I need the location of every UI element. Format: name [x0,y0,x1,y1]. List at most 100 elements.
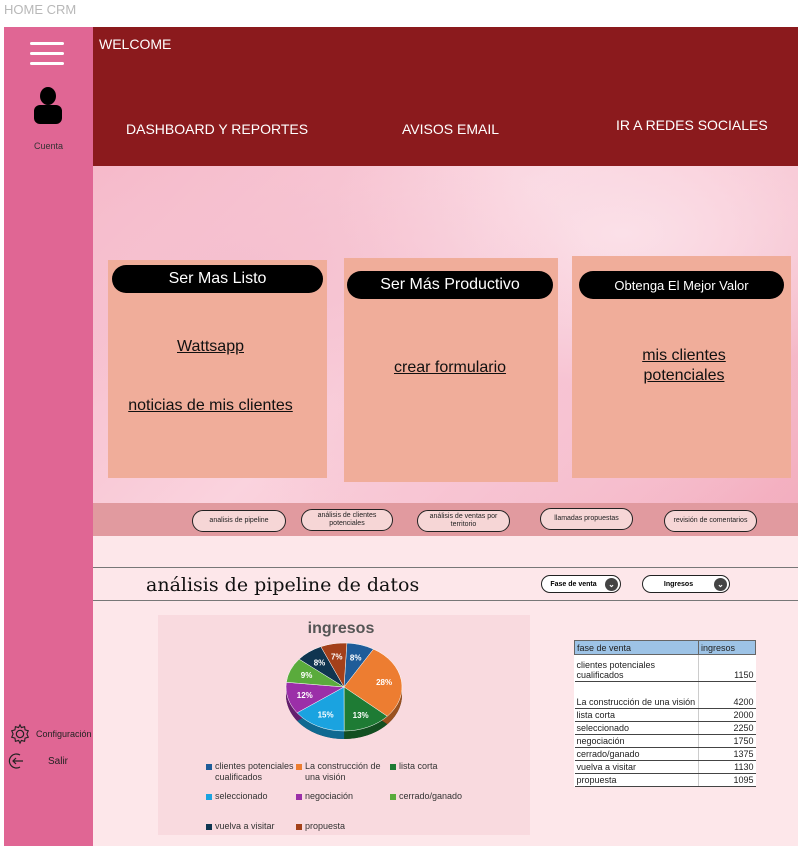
legend-item: cerrado/ganado [390,791,480,802]
legend-swatch [206,794,212,800]
legend-label: propuesta [305,821,346,831]
fase-cell: cerrado/ganado [574,747,699,761]
legend-label: negociación [305,791,354,801]
sidebar-item-label: Salir [48,755,69,767]
ingresos-cell: 1375 [698,747,756,761]
table-row: vuelva a visitar 1130 [574,760,756,774]
pie-data-label: 8% [350,654,362,663]
legend-label: clientes potenciales cualificados [215,761,294,782]
legend-item: seleccionado [206,791,296,802]
legend-label: vuelva a visitar [215,821,275,831]
ingresos-cell: 2250 [698,721,756,735]
table-row: cerrado/ganado 1375 [574,747,756,761]
fase-cell: propuesta [574,773,699,787]
logout-icon [8,753,23,769]
ingresos-cell: 1150 [698,654,756,682]
wattsapp-link[interactable]: Wattsapp [108,338,313,356]
table-row: negociación 1750 [574,734,756,748]
card-ser-mas-productivo: Ser Más Productivo crear formulario [344,258,558,482]
table-header-row: fase de venta ingresos [574,640,756,655]
pie-data-label: 9% [301,671,313,680]
pie-chart: 8%28%13%15%12%9%8%7% [285,642,403,739]
sidebar-item-configuracion[interactable]: Configuración [8,723,92,745]
chart-title: ingresos [307,620,375,637]
legend-label: cerrado/ganado [399,791,463,801]
legend-item: negociación [296,791,386,802]
fase-cell: La construcción de una visión [574,681,699,709]
pie-data-label: 15% [318,710,334,719]
card-title: Obtenga El Mejor Valor [579,271,784,299]
pie-data-label: 28% [376,678,392,687]
hero-section: Ser Mas Listo Wattsapp noticias de mis c… [93,166,798,503]
divider [93,567,798,568]
fase-cell: lista corta [574,708,699,722]
column-header: ingresos [698,640,756,655]
dropdown-label: Ingresos [663,580,694,588]
tab-analisis-ventas-territorio[interactable]: análisis de ventas por territorio [417,510,510,532]
tab-analisis-pipeline[interactable]: analisis de pipeline [192,510,286,532]
section-title: análisis de pipeline de datos [146,574,420,596]
nav-avisos-email[interactable]: AVISOS EMAIL [402,121,499,137]
legend-label: lista corta [399,761,438,771]
table-row: seleccionado 2250 [574,721,756,735]
fase-cell: negociación [574,734,699,748]
card-title: Ser Mas Listo [112,265,323,293]
noticias-clientes-link[interactable]: noticias de mis clientes [108,397,313,415]
table-row: clientes potenciales cualificados 1150 [574,654,756,682]
legend-item: lista corta [390,761,480,772]
legend-item: vuelva a visitar [206,821,296,832]
tab-revision-comentarios[interactable]: revisión de comentarios [664,510,757,532]
ingresos-cell: 1750 [698,734,756,748]
legend-swatch [390,764,396,770]
legend-swatch [296,824,302,830]
legend-item: propuesta [296,821,386,832]
pie-data-label: 12% [297,691,313,700]
table-row: propuesta 1095 [574,773,756,787]
tab-llamadas-propuestas[interactable]: llamadas propuestas [540,508,633,530]
analysis-tabs: analisis de pipeline análisis de cliente… [93,503,798,536]
sidebar: Cuenta Configuración Salir [4,27,93,846]
dropdown-label: Fase de venta [550,580,597,588]
pipeline-section: análisis de pipeline de datos Fase de ve… [93,536,798,846]
ingresos-dropdown[interactable]: Ingresos ⌄ [642,575,730,593]
fase-venta-dropdown[interactable]: Fase de venta ⌄ [541,575,621,593]
legend-swatch [206,764,212,770]
gear-icon [10,723,30,745]
nav-redes-sociales[interactable]: IR A REDES SOCIALES [616,117,768,133]
legend-swatch [296,794,302,800]
chart-container: ingresos 8% 28% 13% 15% 12% 9% 8% 7% clientes p… [158,615,530,835]
hamburger-menu-icon[interactable] [30,42,64,68]
header: WELCOME DASHBOARD Y REPORTES AVISOS EMAI… [93,27,798,166]
user-icon[interactable] [32,87,64,125]
tab-analisis-clientes-potenciales[interactable]: análisis de clientes potenciales [301,509,393,531]
legend-swatch [390,794,396,800]
card-mejor-valor: Obtenga El Mejor Valor mis clientes pote… [572,256,791,478]
fase-cell: seleccionado [574,721,699,735]
legend-label: seleccionado [215,791,268,801]
ingresos-table: fase de venta ingresos clientes potencia… [574,640,756,787]
mis-clientes-potenciales-link[interactable]: mis clientes potenciales [617,346,751,386]
legend-item: clientes potenciales cualificados [206,761,296,783]
legend-swatch [206,824,212,830]
fase-cell: vuelva a visitar [574,760,699,774]
legend-item: La construcción de una visión [296,761,386,783]
sidebar-item-salir[interactable]: Salir [8,752,68,770]
chevron-down-icon: ⌄ [714,577,727,591]
crear-formulario-link[interactable]: crear formulario [344,359,556,377]
chevron-down-icon: ⌄ [605,577,618,591]
account-label[interactable]: Cuenta [4,141,93,151]
table-row: lista corta 2000 [574,708,756,722]
ingresos-cell: 1130 [698,760,756,774]
table-row: La construcción de una visión 4200 [574,681,756,709]
pie-data-label: 13% [353,711,369,720]
divider [93,600,798,601]
nav-dashboard-reportes[interactable]: DASHBOARD Y REPORTES [126,121,308,137]
ingresos-cell: 2000 [698,708,756,722]
pie-data-label: 8% [314,658,326,667]
card-ser-mas-listo: Ser Mas Listo Wattsapp noticias de mis c… [108,260,327,478]
pie-data-label: 7% [331,653,343,662]
legend-swatch [296,764,302,770]
ingresos-cell: 4200 [698,681,756,709]
column-header: fase de venta [574,640,699,655]
fase-cell: clientes potenciales cualificados [574,654,699,682]
